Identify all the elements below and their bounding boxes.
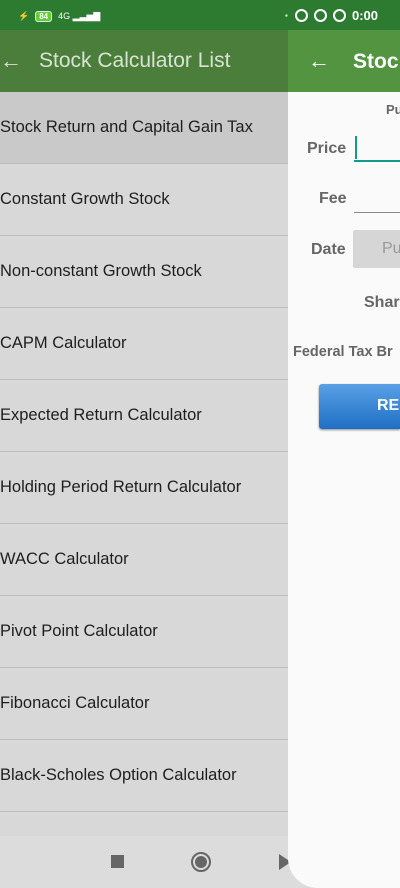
stock-return-calculator-screen: ← Stoc Pu Price Fee Date Pu Shar Federal… bbox=[288, 30, 400, 888]
fee-label: Fee bbox=[319, 190, 347, 207]
list-toolbar: ← Stock Calculator List bbox=[0, 30, 290, 92]
federal-tax-bracket-label: Federal Tax Br bbox=[293, 344, 393, 360]
dot-icon: · bbox=[284, 8, 289, 23]
list-item[interactable]: Expected Return Calculator bbox=[0, 380, 290, 452]
list-item[interactable]: Non-constant Growth Stock bbox=[0, 236, 290, 308]
back-arrow-icon[interactable]: ← bbox=[0, 48, 39, 74]
purchase-date-button[interactable]: Pu bbox=[353, 230, 400, 268]
price-label: Price bbox=[307, 140, 347, 157]
back-arrow-icon[interactable]: ← bbox=[308, 48, 330, 74]
clock: 0:00 bbox=[351, 8, 378, 23]
page-title: Stock Calculator List bbox=[39, 49, 231, 72]
whatsapp-icon bbox=[332, 9, 346, 22]
date-label: Date bbox=[311, 241, 346, 258]
recents-square-icon[interactable] bbox=[111, 855, 124, 868]
list-item[interactable]: WACC Calculator bbox=[0, 524, 290, 596]
app-notification-icon bbox=[313, 9, 327, 22]
app-notification-icon bbox=[294, 9, 308, 22]
calculator-toolbar: ← Stoc bbox=[288, 30, 400, 92]
signal-icon: 4G ▂▃▅▇ bbox=[58, 11, 101, 21]
fee-input[interactable] bbox=[354, 183, 400, 213]
calculator-title: Stoc bbox=[353, 50, 399, 73]
battery-icon: 84 bbox=[35, 11, 53, 22]
list-item[interactable]: Fibonacci Calculator bbox=[0, 668, 290, 740]
charging-icon: ⚡ bbox=[18, 11, 30, 21]
price-input[interactable] bbox=[354, 132, 400, 162]
home-circle-icon[interactable] bbox=[191, 852, 211, 872]
list-item[interactable]: Holding Period Return Calculator bbox=[0, 452, 290, 524]
list-item[interactable]: Black-Scholes Option Calculator bbox=[0, 740, 290, 812]
list-item[interactable]: Constant Growth Stock bbox=[0, 164, 290, 236]
reset-button[interactable]: RES bbox=[319, 384, 400, 429]
list-item[interactable]: Stock Return and Capital Gain Tax bbox=[0, 92, 290, 164]
calculator-list-screen: ← Stock Calculator List Stock Return and… bbox=[0, 30, 290, 888]
list-item[interactable]: CAPM Calculator bbox=[0, 308, 290, 380]
list-item[interactable]: Pivot Point Calculator bbox=[0, 596, 290, 668]
calculator-list: Stock Return and Capital Gain Tax Consta… bbox=[0, 92, 290, 836]
status-bar: ⚡ 84 4G ▂▃▅▇ · 0:00 bbox=[0, 0, 400, 30]
shares-label: Shar bbox=[364, 294, 400, 311]
list-item[interactable] bbox=[0, 812, 290, 836]
purchase-section-label: Pu bbox=[386, 102, 400, 117]
